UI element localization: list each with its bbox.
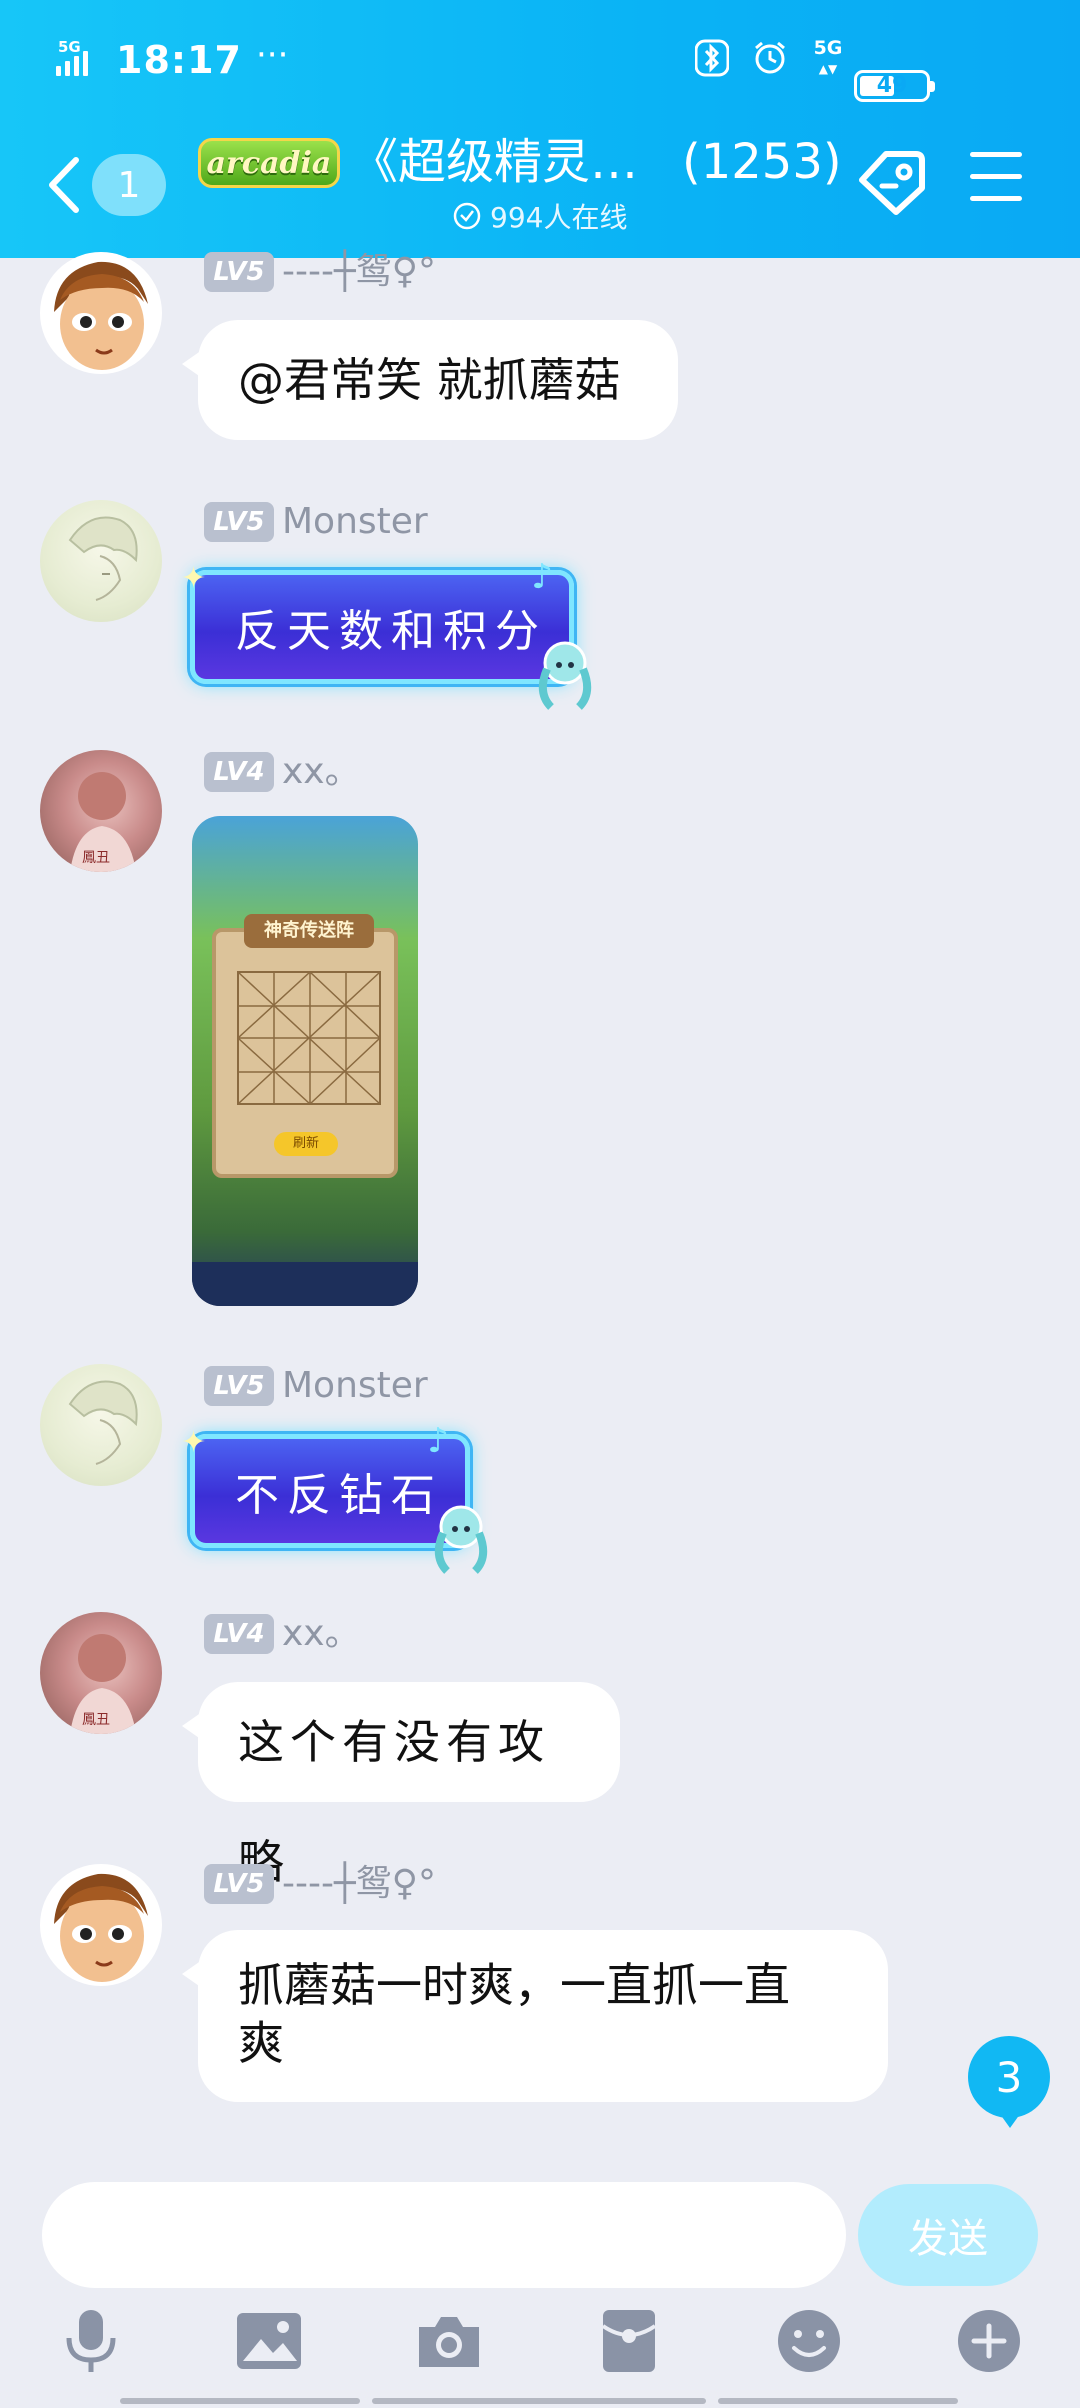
member-count[interactable]: (1253) [682, 130, 842, 194]
avatar[interactable]: 鳳丑 [40, 1612, 162, 1734]
message-bubble[interactable]: 抓蘑菇一时爽，一直抓一直 爽 [182, 1930, 888, 2102]
game-panel-title: 神奇传送阵 [244, 914, 374, 948]
character-sticker-icon [538, 641, 592, 710]
message-bubble[interactable]: 这个有没有攻略 [182, 1682, 620, 1889]
chat-header: 5G 18:17 ··· 5G ▲▼ 49 1 arcadia 《超级精灵… (… [0, 0, 1080, 258]
new-messages-badge[interactable]: 3 [968, 2036, 1050, 2128]
online-count: 994人在线 [490, 201, 628, 234]
music-note-icon: ♪ [531, 557, 561, 597]
group-tag-icon[interactable] [856, 146, 932, 216]
group-title[interactable]: 《超级精灵… [350, 130, 638, 194]
mobile-data-label: 5G [813, 37, 843, 59]
send-button[interactable]: 发送 [858, 2184, 1038, 2286]
sparkle-icon: ✦ [181, 561, 215, 596]
svg-text:鳳丑: 鳳丑 [82, 850, 110, 866]
alarm-icon [750, 38, 790, 78]
back-button[interactable] [44, 150, 84, 220]
sender-name[interactable]: ----┼鸳♀° [282, 252, 436, 292]
level-badge: LV4 [204, 1614, 274, 1654]
avatar[interactable]: 鳳丑 [40, 750, 162, 872]
level-badge: LV4 [204, 752, 274, 792]
level-badge: LV5 [204, 1366, 274, 1406]
themed-message-bubble[interactable]: 不反钻石 ✦ ♪ [181, 1421, 488, 1574]
sparkle-icon: ✦ [181, 1425, 215, 1460]
level-badge: LV5 [204, 252, 274, 292]
gesture-bar [120, 2398, 360, 2404]
svg-text:鳳丑: 鳳丑 [82, 1712, 110, 1728]
bluetooth-icon [692, 38, 732, 78]
clock: 18:17 [116, 38, 242, 82]
game-bottom-bar [192, 1262, 418, 1306]
sender-name[interactable]: ----┼鸳♀° [282, 1864, 436, 1904]
music-note-icon: ♪ [427, 1421, 457, 1461]
more-notifications-icon: ··· [255, 35, 289, 75]
sender-name[interactable]: xx。 [282, 1614, 361, 1654]
character-sticker-icon [434, 1505, 488, 1574]
group-logo: arcadia [198, 138, 340, 188]
online-status: 994人在线 [452, 196, 627, 236]
avatar[interactable] [40, 1364, 162, 1486]
battery-level: 49 [876, 73, 908, 98]
message-text-line: 爽 [238, 2016, 284, 2070]
gesture-bar [372, 2398, 706, 2404]
battery-icon: 49 [854, 70, 935, 102]
red-packet-icon[interactable] [594, 2306, 664, 2376]
board-grid [236, 970, 382, 1106]
plus-icon[interactable] [954, 2306, 1024, 2376]
level-badge: LV5 [204, 1864, 274, 1904]
cellular-signal-icon: 5G [56, 38, 106, 80]
level-badge: LV5 [204, 502, 274, 542]
avatar[interactable] [40, 1864, 162, 1986]
emoji-icon[interactable] [774, 2306, 844, 2376]
avatar[interactable] [40, 252, 162, 374]
sender-name[interactable]: xx。 [282, 752, 361, 792]
message-text-line: 抓蘑菇一时爽，一直抓一直 [238, 1958, 790, 2012]
status-bar: 5G 18:17 ··· 5G ▲▼ 49 [0, 30, 1080, 102]
image-message[interactable]: 神奇传送阵 刷新 [192, 816, 418, 1306]
message-input[interactable] [42, 2182, 846, 2288]
avatar[interactable] [40, 500, 162, 622]
input-toolbar [0, 2306, 1080, 2386]
menu-icon[interactable] [966, 152, 1026, 206]
camera-icon[interactable] [414, 2306, 484, 2376]
sender-name[interactable]: Monster [282, 502, 428, 542]
game-refresh-button: 刷新 [274, 1132, 338, 1156]
image-icon[interactable] [234, 2306, 304, 2376]
message-text: 反天数和积分 [235, 606, 547, 657]
message-text: 不反钻石 [235, 1470, 443, 1521]
unread-chats-badge[interactable]: 1 [92, 154, 166, 216]
microphone-icon[interactable] [56, 2306, 126, 2376]
mobile-data-icon: 5G ▲▼ [813, 37, 843, 76]
themed-message-bubble[interactable]: 反天数和积分 ✦ ♪ [181, 557, 592, 710]
gesture-bar [718, 2398, 958, 2404]
game-screenshot-panel: 神奇传送阵 刷新 [212, 914, 398, 1178]
message-bubble[interactable]: @君常笑 就抓蘑菇 [182, 320, 678, 440]
online-check-icon [453, 202, 481, 230]
sender-name[interactable]: Monster [282, 1366, 428, 1406]
